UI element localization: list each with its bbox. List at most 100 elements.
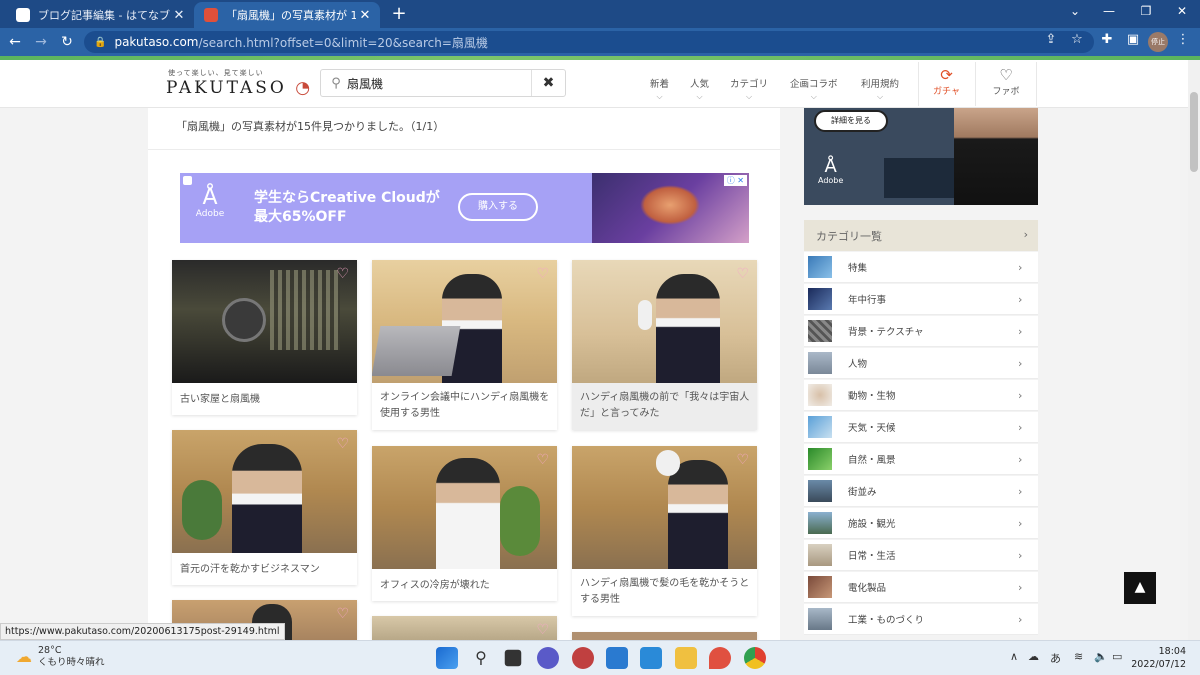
clear-search-icon[interactable]: ✖	[531, 70, 565, 96]
reload-icon[interactable]: ↻	[56, 34, 78, 50]
share-icon[interactable]: ⇪	[1040, 32, 1062, 47]
tab-hatena-blog[interactable]: ブログ記事編集 - はてなブログ ✕	[6, 2, 194, 28]
favorites-button[interactable]: ♡ ファボ	[975, 62, 1037, 106]
ime-indicator[interactable]: あ	[1050, 650, 1061, 666]
favorite-heart-icon[interactable]: ♡	[536, 622, 549, 638]
ad-buy-button[interactable]: 購入する	[458, 193, 538, 221]
category-item[interactable]: 天気・天候 ›	[804, 412, 1038, 443]
photo-card[interactable]: ♡ ハンディ扇風機で髪の毛を乾かそうとする男性	[572, 446, 757, 616]
category-item[interactable]: 背景・テクスチャ ›	[804, 316, 1038, 347]
photo-thumbnail[interactable]	[172, 260, 357, 383]
category-item[interactable]: 特集 ›	[804, 252, 1038, 283]
minimize-icon[interactable]: —	[1097, 4, 1121, 18]
photo-thumbnail[interactable]	[372, 446, 557, 569]
system-clock[interactable]: 18:04 2022/07/12	[1130, 645, 1186, 671]
person-shape	[436, 458, 500, 569]
favorite-heart-icon[interactable]: ♡	[536, 266, 549, 282]
menu-kebab-icon[interactable]: ⋮	[1172, 32, 1194, 47]
favorite-heart-icon[interactable]: ♡	[336, 436, 349, 452]
window-lattice	[270, 270, 340, 350]
extensions-puzzle-icon[interactable]: ✚	[1096, 32, 1118, 47]
file-explorer-icon[interactable]	[675, 647, 697, 669]
scrollbar[interactable]	[1188, 60, 1200, 640]
tray-chevron-up-icon[interactable]: ∧	[1010, 650, 1018, 663]
forward-icon[interactable]: →	[30, 34, 52, 50]
adchoices-icon[interactable]: ⓘ ✕	[723, 175, 747, 186]
favorite-heart-icon[interactable]: ♡	[536, 452, 549, 468]
photo-card[interactable]: ♡	[372, 616, 557, 640]
task-view-icon[interactable]	[504, 649, 522, 667]
store-icon[interactable]	[606, 647, 628, 669]
tab-title: ブログ記事編集 - はてなブログ	[38, 9, 170, 22]
favorite-heart-icon[interactable]: ♡	[336, 606, 349, 622]
back-icon[interactable]: ←	[4, 34, 26, 50]
category-item[interactable]: 日常・生活 ›	[804, 540, 1038, 571]
category-item[interactable]: 人物 ›	[804, 348, 1038, 379]
side-panel-icon[interactable]: ▣	[1122, 32, 1144, 47]
category-item[interactable]: 工業・ものづくり ›	[804, 604, 1038, 635]
category-label: 動物・生物	[848, 391, 896, 402]
heart-icon: ♡	[999, 66, 1013, 84]
category-item[interactable]: 電化製品 ›	[804, 572, 1038, 603]
category-item[interactable]: 自然・風景 ›	[804, 444, 1038, 475]
gacha-button[interactable]: ⟳ ガチャ	[918, 62, 974, 106]
photo-card[interactable]: ♡ オンライン会議中にハンディ扇風機を使用する男性	[372, 260, 557, 430]
bookmark-star-icon[interactable]: ☆	[1066, 32, 1088, 47]
photo-thumbnail[interactable]	[572, 446, 757, 569]
scrollbar-thumb[interactable]	[1190, 92, 1198, 172]
favorite-heart-icon[interactable]: ♡	[336, 266, 349, 282]
logo-mark-icon: ◔	[295, 78, 314, 98]
favorite-heart-icon[interactable]: ♡	[736, 452, 749, 468]
photo-card[interactable]: ♡ 古い家屋と扇風機	[172, 260, 357, 415]
category-item[interactable]: 街並み ›	[804, 476, 1038, 507]
profile-avatar[interactable]: 停止	[1148, 32, 1168, 52]
category-item[interactable]: 年中行事 ›	[804, 284, 1038, 315]
photo-card[interactable]: ♡ ハンディ扇風機の前で「我々は宇宙人だ」と言ってみた	[572, 260, 757, 430]
photo-card[interactable]: ♡ オフィスの冷房が壊れた	[372, 446, 557, 601]
close-window-icon[interactable]: ✕	[1170, 4, 1194, 18]
onedrive-cloud-icon[interactable]: ☁	[1028, 650, 1039, 663]
site-logo[interactable]: PAKUTASO ◔	[166, 78, 313, 98]
vscode-icon[interactable]	[640, 647, 662, 669]
nav-category[interactable]: カテゴリ ⌵	[730, 76, 768, 102]
ad-details-button[interactable]: 詳細を見る	[814, 110, 888, 132]
close-tab-icon[interactable]: ✕	[356, 8, 374, 23]
category-item[interactable]: 動物・生物 ›	[804, 380, 1038, 411]
category-list-header[interactable]: カテゴリ一覧 ›	[804, 220, 1038, 251]
photo-thumbnail[interactable]	[572, 632, 757, 640]
nav-new[interactable]: 新着 ⌵	[650, 76, 669, 102]
wifi-icon[interactable]: ≋	[1074, 650, 1083, 663]
volume-icon[interactable]: 🔈	[1094, 650, 1108, 663]
battery-icon[interactable]: ▭	[1112, 650, 1122, 663]
app-icon[interactable]	[572, 647, 594, 669]
search-input[interactable]: 扇風機	[347, 75, 531, 92]
category-item[interactable]: 施設・観光 ›	[804, 508, 1038, 539]
nav-collab[interactable]: 企画コラボ ⌵	[790, 76, 838, 102]
photo-card[interactable]: ♡ 首元の汗を乾かすビジネスマン	[172, 430, 357, 585]
chat-icon[interactable]	[537, 647, 559, 669]
tab-pakutaso-search[interactable]: 「扇風機」の写真素材が 15件見つか ✕	[194, 2, 380, 28]
sidebar-ad[interactable]: 詳細を見る Å Adobe	[804, 108, 1038, 205]
new-tab-icon[interactable]: +	[389, 3, 409, 24]
photo-thumbnail[interactable]	[372, 260, 557, 383]
address-bar[interactable]: 🔒 pakutaso.com/search.html?offset=0&limi…	[84, 31, 1094, 53]
pakutaso-favicon-icon	[204, 8, 218, 22]
weather-widget[interactable]: ☁ 28°C くもり時々晴れ	[16, 645, 105, 669]
start-windows-icon[interactable]	[436, 647, 458, 669]
photo-thumbnail[interactable]	[172, 430, 357, 553]
restore-icon[interactable]: ❐	[1134, 4, 1158, 18]
favorite-heart-icon[interactable]: ♡	[736, 266, 749, 282]
photo-card[interactable]	[572, 632, 757, 640]
nav-popular[interactable]: 人気 ⌵	[690, 76, 709, 102]
photo-thumbnail[interactable]	[372, 616, 557, 640]
maps-icon[interactable]	[709, 647, 731, 669]
search-icon[interactable]: ⚲	[470, 647, 492, 669]
scroll-to-top-button[interactable]: ▲	[1124, 572, 1156, 604]
photo-thumbnail[interactable]	[572, 260, 757, 383]
ad-banner[interactable]: Å Adobe 学生ならCreative Cloudが 最大65%OFF 購入する …	[180, 173, 749, 243]
nav-terms[interactable]: 利用規約 ⌵	[861, 76, 899, 102]
photo-caption: 古い家屋と扇風機	[180, 394, 260, 405]
chrome-icon[interactable]	[744, 647, 766, 669]
close-tab-icon[interactable]: ✕	[170, 8, 188, 23]
tab-search-chevron-icon[interactable]: ⌄	[1063, 4, 1087, 18]
